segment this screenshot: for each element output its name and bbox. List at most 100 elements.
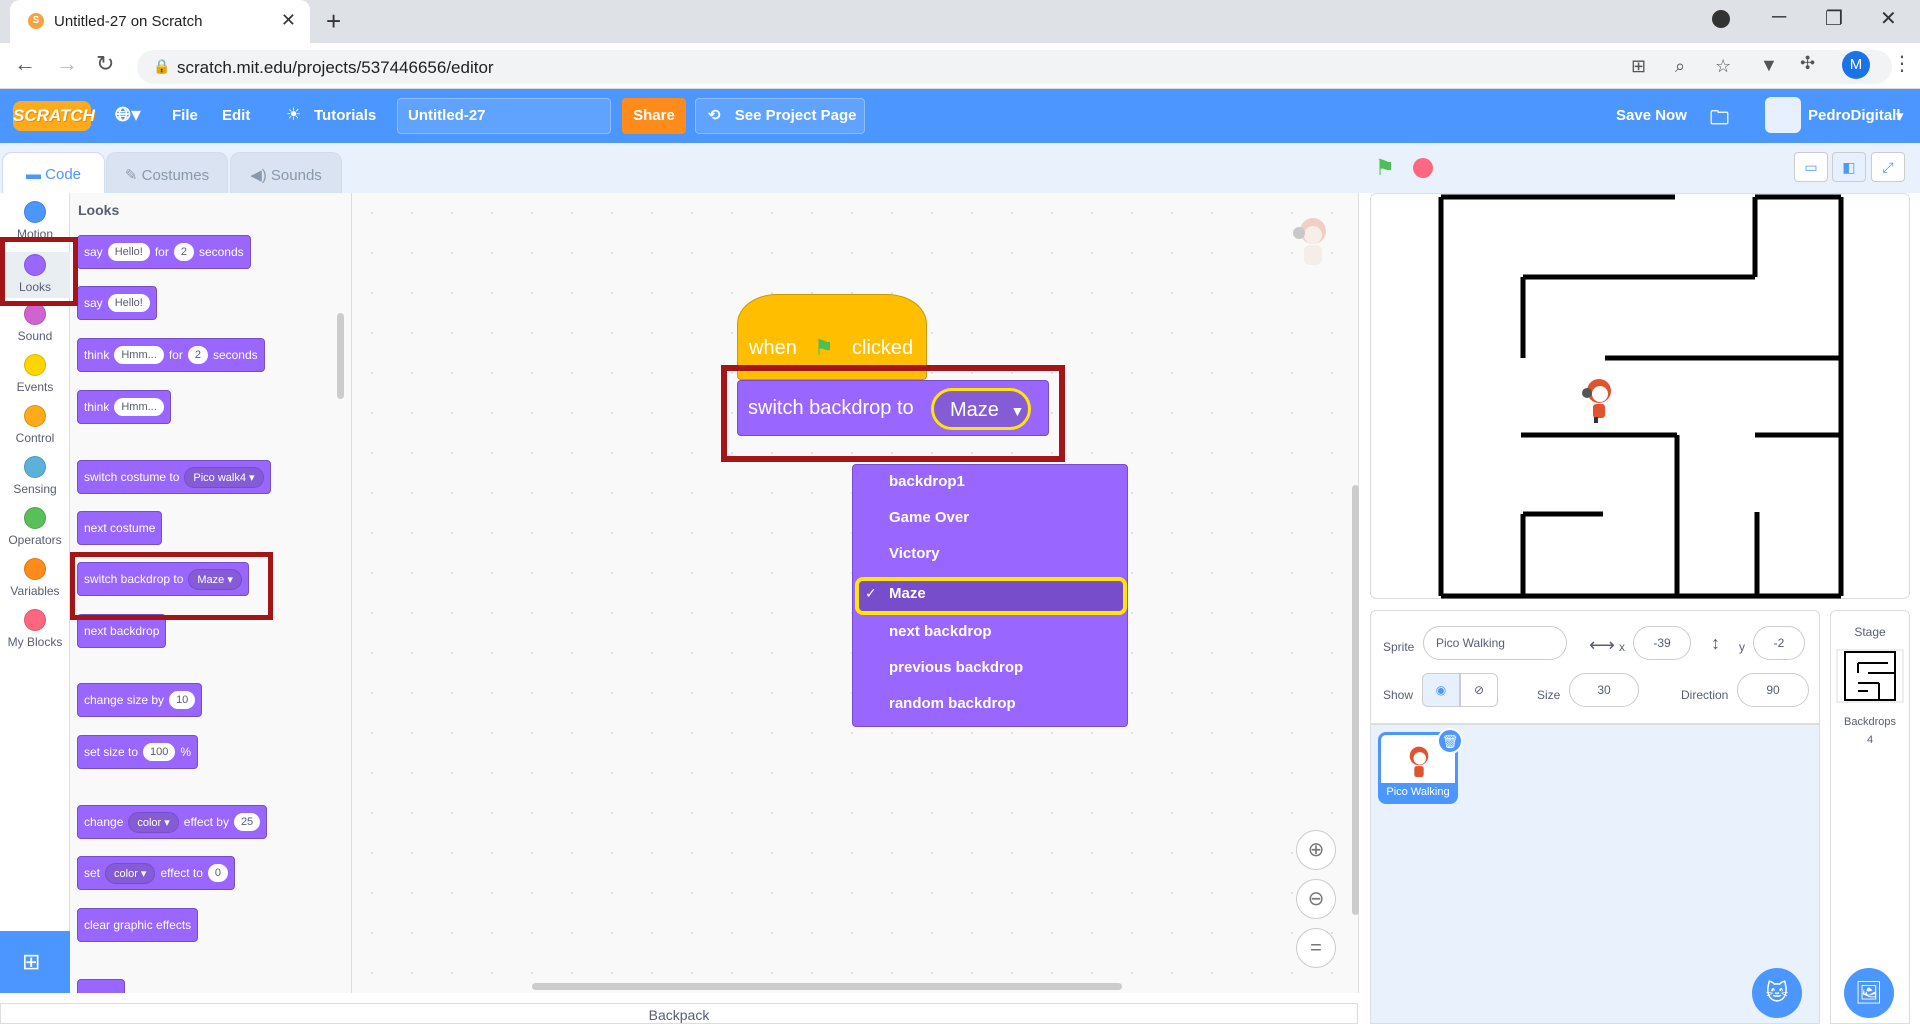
backpack-bar[interactable]: Backpack xyxy=(0,1003,1358,1024)
save-now-button[interactable]: Save Now xyxy=(1616,107,1687,124)
stop-icon[interactable] xyxy=(1413,158,1433,178)
category-sensing[interactable]: Sensing xyxy=(0,456,70,496)
block-input[interactable]: 10 xyxy=(169,691,196,709)
category-events[interactable]: Events xyxy=(0,354,70,394)
block-input[interactable]: 2 xyxy=(173,243,194,261)
clear-effects-block[interactable]: clear graphic effects xyxy=(77,908,199,942)
category-operators[interactable]: Operators xyxy=(0,507,70,547)
switch-costume-block[interactable]: switch costume to Pico walk4 ▾ xyxy=(77,460,271,494)
close-window-icon[interactable]: ✕ xyxy=(1880,6,1897,31)
chevron-down-icon[interactable]: ▾ xyxy=(1896,107,1904,125)
menu-item[interactable]: Victory xyxy=(889,545,940,562)
project-title-input[interactable]: Untitled-27 xyxy=(397,98,611,134)
language-globe-icon[interactable]: 🌐︎▾ xyxy=(115,102,141,127)
back-icon[interactable]: ← xyxy=(14,51,36,77)
tutorials-menu[interactable]: Tutorials xyxy=(314,107,376,124)
zoom-reset-button[interactable]: = xyxy=(1296,928,1336,968)
my-stuff-folder-icon[interactable]: 🗀 xyxy=(1710,104,1729,136)
browser-menu-icon[interactable]: ⋮ xyxy=(1892,51,1912,76)
username-menu[interactable]: PedroDigitall xyxy=(1808,107,1901,124)
category-variables[interactable]: Variables xyxy=(0,558,70,598)
change-size-block[interactable]: change size by 10 xyxy=(77,683,203,717)
category-motion[interactable]: Motion xyxy=(0,201,70,241)
pico-sprite[interactable] xyxy=(1581,377,1617,423)
set-size-block[interactable]: set size to 100% xyxy=(77,735,199,769)
change-effect-block[interactable]: change color ▾ effect by 25 xyxy=(77,805,268,839)
zoom-out-button[interactable]: ⊖ xyxy=(1296,879,1336,919)
omnibox[interactable]: 🔒 scratch.mit.edu/projects/537446656/edi… xyxy=(137,50,1892,84)
show-hidden-button[interactable]: ⊘ xyxy=(1460,673,1498,707)
block-input[interactable]: Hello! xyxy=(107,243,150,261)
next-costume-block[interactable]: next costume xyxy=(77,511,163,545)
menu-item[interactable]: backdrop1 xyxy=(889,473,965,490)
palette-scrollbar[interactable] xyxy=(337,313,344,399)
think-for-block[interactable]: think Hmm... for 2 seconds xyxy=(77,338,265,372)
tab-costumes[interactable]: ✎ Costumes xyxy=(106,152,228,193)
menu-item[interactable]: previous backdrop xyxy=(889,659,1023,676)
stage-target-panel[interactable]: Stage Backdrops 4 xyxy=(1830,610,1910,1024)
puzzle-icon[interactable]: ✣ xyxy=(1800,53,1815,74)
choose-backdrop-button[interactable]: 🖼︎ xyxy=(1844,968,1894,1018)
zoom-in-button[interactable]: ⊕ xyxy=(1296,830,1336,870)
category-control[interactable]: Control xyxy=(0,405,70,445)
block-input[interactable]: 100 xyxy=(143,743,176,761)
menu-item[interactable]: Game Over xyxy=(889,509,969,526)
size-input[interactable]: 30 xyxy=(1569,673,1639,707)
new-tab-icon[interactable]: + xyxy=(326,6,341,37)
sprite-name-input[interactable]: Pico Walking xyxy=(1423,626,1567,660)
workspace-vertical-scrollbar[interactable] xyxy=(1352,485,1359,915)
green-flag-icon[interactable]: ⚑ xyxy=(1375,155,1395,181)
add-extension-button[interactable]: ⊞ xyxy=(0,931,70,993)
zoom-icon[interactable]: ⌕ xyxy=(1675,56,1685,77)
stage-canvas[interactable] xyxy=(1370,193,1910,599)
edit-menu[interactable]: Edit xyxy=(222,107,250,124)
share-button[interactable]: Share xyxy=(622,98,686,134)
show-visible-button[interactable]: ◉ xyxy=(1422,673,1460,707)
partial-block[interactable] xyxy=(77,979,125,993)
block-input[interactable]: Hello! xyxy=(107,294,150,312)
block-dropdown[interactable]: color ▾ xyxy=(105,862,156,884)
y-input[interactable]: -2 xyxy=(1753,626,1805,660)
block-input[interactable]: 25 xyxy=(233,813,261,831)
maximize-icon[interactable]: ❐ xyxy=(1825,6,1843,31)
user-avatar[interactable] xyxy=(1765,97,1801,133)
menu-item[interactable]: random backdrop xyxy=(889,695,1016,712)
block-dropdown[interactable]: color ▾ xyxy=(128,811,179,833)
browser-tab[interactable]: S Untitled-27 on Scratch ✕ xyxy=(10,0,310,43)
menu-item[interactable]: next backdrop xyxy=(889,623,992,640)
say-for-block[interactable]: say Hello! for 2 seconds xyxy=(77,235,251,269)
choose-sprite-button[interactable]: 🐱︎ xyxy=(1752,968,1802,1018)
see-project-page-button[interactable]: ⟲ See Project Page xyxy=(695,98,865,134)
extension-icon[interactable]: ▼ xyxy=(1760,55,1778,76)
file-menu[interactable]: File xyxy=(172,107,198,124)
close-tab-icon[interactable]: ✕ xyxy=(281,10,296,31)
block-dropdown[interactable]: Pico walk4 ▾ xyxy=(184,466,264,488)
normal-stage-icon[interactable]: ◧ xyxy=(1832,152,1866,182)
block-input[interactable]: Hmm... xyxy=(114,346,164,364)
block-input[interactable]: 2 xyxy=(187,346,208,364)
scratch-logo[interactable]: SCRATCH xyxy=(13,101,95,131)
delete-sprite-icon[interactable]: 🗑︎ xyxy=(1437,728,1463,754)
minimize-icon[interactable]: ─ xyxy=(1772,6,1786,29)
fullscreen-icon[interactable]: ⤢ xyxy=(1871,152,1905,182)
tab-search-icon[interactable] xyxy=(1712,10,1730,28)
translate-icon[interactable]: ⊞ xyxy=(1631,56,1646,77)
set-effect-block[interactable]: set color ▾ effect to 0 xyxy=(77,856,236,890)
block-input[interactable]: 0 xyxy=(207,864,229,882)
say-block[interactable]: say Hello! xyxy=(77,286,157,320)
category-my-blocks[interactable]: My Blocks xyxy=(0,609,70,649)
block-input[interactable]: Hmm... xyxy=(114,398,164,416)
think-block[interactable]: think Hmm... xyxy=(77,390,171,424)
reload-icon[interactable]: ↻ xyxy=(96,51,114,77)
direction-input[interactable]: 90 xyxy=(1737,673,1809,707)
tab-sounds[interactable]: ◀) Sounds xyxy=(230,152,342,193)
bookmark-star-icon[interactable]: ☆ xyxy=(1715,56,1731,77)
menu-item-selected[interactable]: Maze xyxy=(889,585,926,602)
small-stage-icon[interactable]: ▭ xyxy=(1794,152,1828,182)
forward-icon[interactable]: → xyxy=(56,51,78,77)
tab-code[interactable]: ▬ Code xyxy=(2,152,105,193)
category-sound[interactable]: Sound xyxy=(0,303,70,343)
x-input[interactable]: -39 xyxy=(1633,626,1691,660)
profile-avatar[interactable]: M xyxy=(1842,51,1870,79)
workspace-horizontal-scrollbar[interactable] xyxy=(532,983,1122,990)
